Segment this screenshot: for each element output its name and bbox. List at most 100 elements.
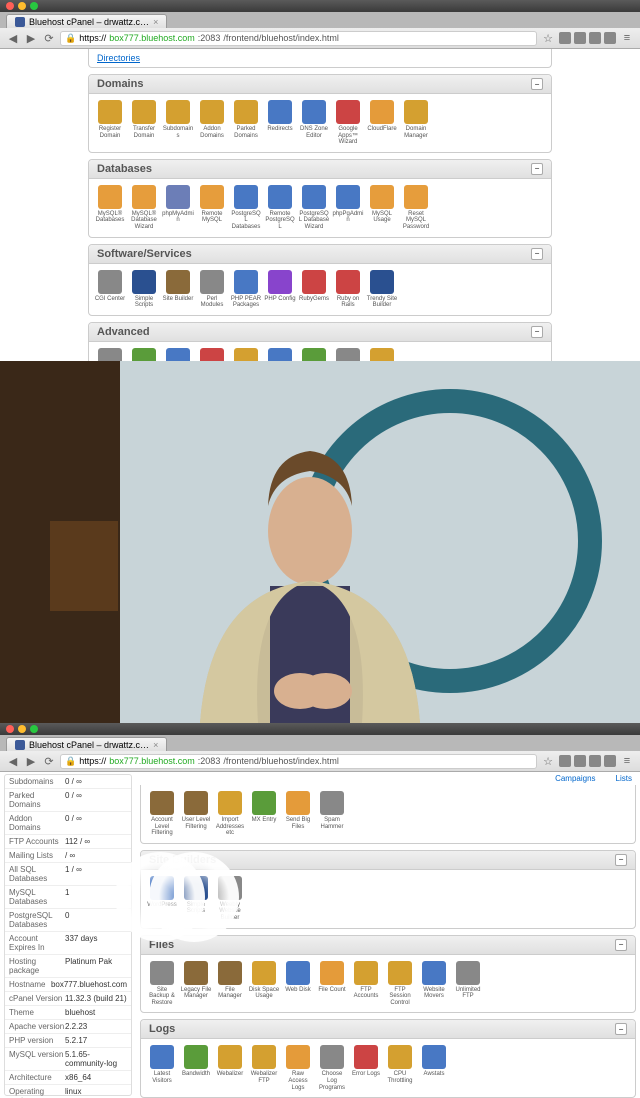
cpanel-icon-item[interactable]: Bandwidth	[179, 1043, 213, 1093]
cpanel-icon-item[interactable]: Cron jobs	[229, 346, 263, 361]
cpanel-icon-item[interactable]: File Manager	[213, 959, 247, 1009]
cpanel-icon-item[interactable]: FrontPage® Extensions	[263, 346, 297, 361]
extension-icon[interactable]	[589, 755, 601, 767]
cpanel-icon-item[interactable]: Web Disk	[281, 959, 315, 1009]
cpanel-icon-item[interactable]: Choose Log Programs	[315, 1043, 349, 1093]
collapse-icon[interactable]: −	[615, 939, 627, 951]
cpanel-icon-item[interactable]: MySQL Usage	[365, 183, 399, 233]
back-button[interactable]: ◀	[6, 31, 20, 45]
cpanel-icon-item[interactable]: Subdomains	[161, 98, 195, 148]
cpanel-icon-item[interactable]: CGI Center	[93, 268, 127, 311]
cpanel-icon-item[interactable]: Webalizer	[213, 1043, 247, 1093]
extension-icon[interactable]	[604, 32, 616, 44]
cpanel-icon-item[interactable]: Google Apps™ Wizard	[331, 98, 365, 148]
bookmark-star-icon[interactable]: ☆	[541, 31, 555, 45]
collapse-icon[interactable]: −	[531, 248, 543, 260]
cpanel-icon-item[interactable]: Raw Access Logs	[281, 1043, 315, 1093]
cpanel-icon-item[interactable]: Disk Space Usage	[247, 959, 281, 1009]
cpanel-icon-item[interactable]: Account Level Filtering	[145, 789, 179, 839]
bookmark-star-icon[interactable]: ☆	[541, 754, 555, 768]
address-bar[interactable]: 🔒 https://box777.bluehost.com:2083/front…	[60, 754, 537, 769]
cpanel-icon-item[interactable]: PostgreSQL Databases	[229, 183, 263, 233]
collapse-icon[interactable]: −	[615, 1023, 627, 1035]
cpanel-icon-item[interactable]: Index Manager	[161, 346, 195, 361]
cpanel-icon-item[interactable]: Addon Domains	[195, 98, 229, 148]
cpanel-icon-item[interactable]: Site Backup & Restore	[145, 959, 179, 1009]
close-window-button[interactable]	[6, 2, 14, 10]
zoom-window-button[interactable]	[30, 2, 38, 10]
cpanel-icon-item[interactable]: Simple Scripts	[127, 268, 161, 311]
minimize-window-button[interactable]	[18, 725, 26, 733]
directories-link[interactable]: Directories	[89, 49, 551, 67]
cpanel-icon-item[interactable]: MySQL® Databases	[93, 183, 127, 233]
cpanel-icon-item[interactable]: User Level Filtering	[179, 789, 213, 839]
cpanel-icon-item[interactable]: Apache Handlers	[93, 346, 127, 361]
reload-button[interactable]: ⟳	[42, 31, 56, 45]
forward-button[interactable]: ▶	[24, 31, 38, 45]
cpanel-icon-item[interactable]: Remote MySQL	[195, 183, 229, 233]
cpanel-icon-item[interactable]: Weebly Website Builder	[213, 874, 247, 924]
cpanel-icon-item[interactable]: phpMyAdmin	[161, 183, 195, 233]
cpanel-icon-item[interactable]: RubyGems	[297, 268, 331, 311]
cpanel-icon-item[interactable]: Webalizer FTP	[247, 1043, 281, 1093]
zoom-window-button[interactable]	[30, 725, 38, 733]
collapse-icon[interactable]: −	[531, 163, 543, 175]
cpanel-icon-item[interactable]: Simple Scripts	[179, 874, 213, 924]
cpanel-icon-item[interactable]: Error Logs	[349, 1043, 383, 1093]
cpanel-icon-item[interactable]: PHP PEAR Packages	[229, 268, 263, 311]
collapse-icon[interactable]: −	[615, 854, 627, 866]
cpanel-icon-item[interactable]: MX Entry	[247, 789, 281, 839]
cpanel-icon-item[interactable]: DNS Zone Editor	[297, 98, 331, 148]
cpanel-icon-item[interactable]: 404 Settings	[365, 346, 399, 361]
cpanel-icon-item[interactable]: Unlimited FTP	[451, 959, 485, 1009]
extension-icon[interactable]	[574, 32, 586, 44]
close-tab-icon[interactable]: ×	[153, 17, 158, 27]
cpanel-icon-item[interactable]: Parked Domains	[229, 98, 263, 148]
cpanel-icon-item[interactable]: Perl Modules	[195, 268, 229, 311]
cpanel-icon-item[interactable]: Server Status	[297, 346, 331, 361]
close-tab-icon[interactable]: ×	[153, 740, 158, 750]
cpanel-icon-item[interactable]: Process Manager	[331, 346, 365, 361]
cpanel-icon-item[interactable]: WordPress	[145, 874, 179, 924]
cpanel-icon-item[interactable]: PostgreSQL Database Wizard	[297, 183, 331, 233]
collapse-icon[interactable]: −	[531, 326, 543, 338]
cpanel-icon-item[interactable]: Import Addresses etc	[213, 789, 247, 839]
cpanel-icon-item[interactable]: FTP Accounts	[349, 959, 383, 1009]
address-bar[interactable]: 🔒 https://box777.bluehost.com:2083/front…	[60, 31, 537, 46]
cpanel-icon-item[interactable]: File Count	[315, 959, 349, 1009]
cpanel-icon-item[interactable]: phpPgAdmin	[331, 183, 365, 233]
menu-icon[interactable]: ≡	[620, 31, 634, 45]
cpanel-icon-item[interactable]: Reset MySQL Password	[399, 183, 433, 233]
cpanel-icon-item[interactable]: Register Domain	[93, 98, 127, 148]
cpanel-icon-item[interactable]: PHP Config	[263, 268, 297, 311]
cpanel-icon-item[interactable]: MySQL® Database Wizard	[127, 183, 161, 233]
lists-link[interactable]: Lists	[616, 774, 632, 783]
cpanel-icon-item[interactable]: CloudFlare	[365, 98, 399, 148]
extension-icon[interactable]	[604, 755, 616, 767]
close-window-button[interactable]	[6, 725, 14, 733]
cpanel-icon-item[interactable]: Ruby on Rails	[331, 268, 365, 311]
forward-button[interactable]: ▶	[24, 754, 38, 768]
cpanel-icon-item[interactable]: Spam Hammer	[315, 789, 349, 839]
cpanel-icon-item[interactable]: Send Big Files	[281, 789, 315, 839]
cpanel-icon-item[interactable]: Error pages	[195, 346, 229, 361]
cpanel-icon-item[interactable]: FTP Session Control	[383, 959, 417, 1009]
collapse-icon[interactable]: −	[531, 78, 543, 90]
cpanel-icon-item[interactable]: Latest Visitors	[145, 1043, 179, 1093]
minimize-window-button[interactable]	[18, 2, 26, 10]
extension-icon[interactable]	[574, 755, 586, 767]
cpanel-icon-item[interactable]: Website Movers	[417, 959, 451, 1009]
cpanel-icon-item[interactable]: Awstats	[417, 1043, 451, 1093]
extension-icon[interactable]	[559, 755, 571, 767]
reload-button[interactable]: ⟳	[42, 754, 56, 768]
cpanel-icon-item[interactable]: Image Manager	[127, 346, 161, 361]
extension-icon[interactable]	[559, 32, 571, 44]
back-button[interactable]: ◀	[6, 754, 20, 768]
cpanel-icon-item[interactable]: Remote PostgreSQL	[263, 183, 297, 233]
cpanel-icon-item[interactable]: Site Builder	[161, 268, 195, 311]
browser-tab[interactable]: Bluehost cPanel – drwattz.c… ×	[6, 737, 167, 751]
cpanel-icon-item[interactable]: CPU Throttling	[383, 1043, 417, 1093]
menu-icon[interactable]: ≡	[620, 754, 634, 768]
cpanel-icon-item[interactable]: Legacy File Manager	[179, 959, 213, 1009]
cpanel-icon-item[interactable]: Transfer Domain	[127, 98, 161, 148]
